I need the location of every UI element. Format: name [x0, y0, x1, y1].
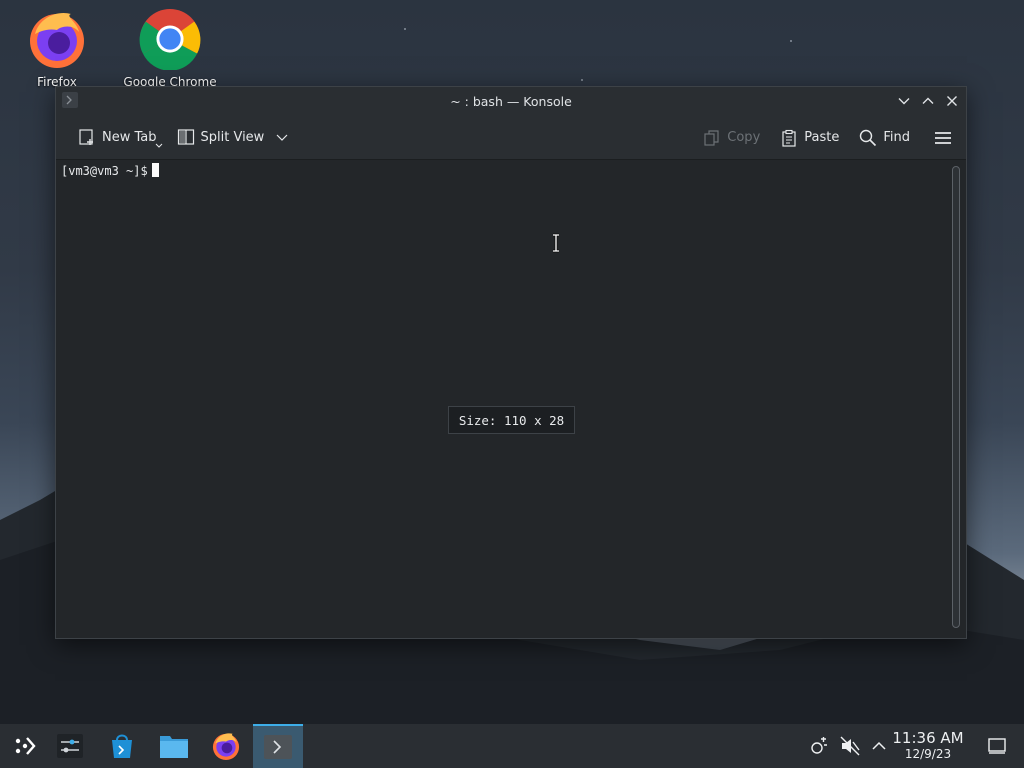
- volume-muted-icon: [840, 736, 860, 756]
- split-view-icon: [177, 129, 194, 145]
- taskbar-dolphin[interactable]: [149, 724, 199, 768]
- paste-icon: [782, 129, 796, 147]
- close-icon: [947, 96, 957, 106]
- close-button[interactable]: [942, 91, 962, 111]
- copy-button[interactable]: Copy: [697, 124, 766, 152]
- application-launcher-button[interactable]: [0, 724, 50, 768]
- terminal-area[interactable]: [vm3@vm3 ~]$: [56, 160, 948, 638]
- application-launcher-icon: [15, 737, 36, 755]
- taskbar-system-settings[interactable]: [45, 724, 95, 768]
- taskbar: 11:36 AM 12/9/23: [0, 724, 1024, 768]
- clock-date: 12/9/23: [904, 747, 952, 761]
- chevron-down-icon: [155, 143, 162, 148]
- konsole-toolbar: New Tab Split View Copy Paste Find: [56, 115, 966, 160]
- minimize-button[interactable]: [894, 91, 914, 111]
- terminal-prompt: [vm3@vm3 ~]$: [61, 164, 148, 178]
- chevron-down-icon: [898, 98, 910, 105]
- new-tab-button[interactable]: New Tab: [72, 123, 163, 151]
- new-tab-label: New Tab: [102, 129, 157, 145]
- dolphin-icon: [160, 736, 188, 758]
- window-title: ~ : bash — Konsole: [450, 93, 572, 109]
- hamburger-menu-icon: [935, 131, 951, 144]
- taskbar-discover[interactable]: [97, 724, 147, 768]
- firefox-icon: [30, 12, 84, 68]
- maximize-button[interactable]: [918, 91, 938, 111]
- konsole-app-icon[interactable]: [62, 92, 78, 108]
- find-button[interactable]: Find: [853, 124, 916, 152]
- chrome-icon: [139, 8, 201, 71]
- taskbar-firefox[interactable]: [201, 724, 251, 768]
- konsole-window[interactable]: ~ : bash — Konsole New Tab Split View Co…: [55, 86, 967, 639]
- discover-icon: [112, 734, 132, 758]
- desktop-icon-firefox[interactable]: Firefox: [7, 8, 107, 89]
- digital-clock[interactable]: 11:36 AM 12/9/23: [888, 729, 968, 762]
- scrollbar-thumb[interactable]: [952, 166, 960, 628]
- new-tab-icon: [79, 129, 93, 145]
- desktop-icon-chrome[interactable]: Google Chrome: [120, 8, 220, 89]
- taskbar-konsole[interactable]: [253, 724, 303, 768]
- copy-label: Copy: [727, 130, 761, 145]
- tray-volume-muted[interactable]: [840, 736, 860, 756]
- text-cursor-ibeam-icon: [553, 233, 559, 253]
- network-icon: [811, 737, 827, 754]
- search-icon: [860, 129, 877, 146]
- chevron-down-icon: [276, 134, 288, 141]
- system-settings-icon: [57, 734, 83, 758]
- window-titlebar[interactable]: ~ : bash — Konsole: [56, 87, 966, 115]
- show-desktop-button[interactable]: [987, 736, 1007, 756]
- paste-button[interactable]: Paste: [774, 124, 845, 152]
- clock-time: 11:36 AM: [892, 729, 964, 747]
- konsole-icon: [264, 735, 292, 759]
- split-view-label: Split View: [200, 129, 265, 145]
- show-desktop-icon: [988, 738, 1006, 754]
- find-label: Find: [883, 130, 910, 145]
- copy-icon: [704, 129, 719, 146]
- terminal-size-tooltip: Size: 110 x 28: [448, 406, 575, 434]
- terminal-scrollbar[interactable]: [946, 160, 966, 638]
- hamburger-menu-button[interactable]: [928, 124, 958, 152]
- chevron-up-icon: [922, 97, 934, 104]
- terminal-cursor: [151, 163, 159, 177]
- chevron-up-icon: [872, 741, 886, 750]
- paste-label: Paste: [804, 130, 840, 145]
- split-view-button[interactable]: Split View: [171, 123, 295, 151]
- tray-expand-button[interactable]: [869, 736, 889, 756]
- tray-network[interactable]: [809, 736, 829, 756]
- firefox-icon: [212, 733, 240, 761]
